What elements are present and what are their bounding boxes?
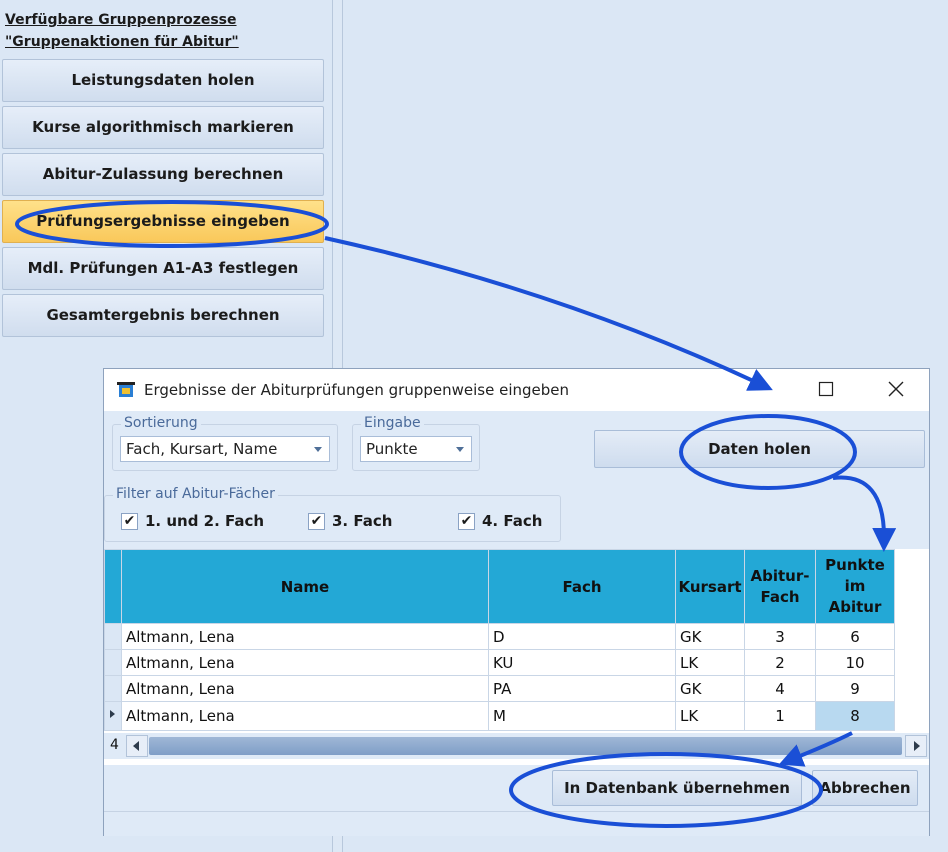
arrow-left-icon [133, 741, 139, 751]
input-group: Eingabe Punkte [352, 415, 480, 471]
row-header[interactable] [104, 675, 122, 702]
current-row-indicator[interactable] [104, 701, 122, 731]
cell-points[interactable]: 10 [815, 649, 895, 676]
status-bar [104, 811, 929, 836]
column-header-subject[interactable]: Fach [488, 549, 676, 624]
set-oral-exams-button[interactable]: Mdl. Prüfungen A1-A3 festlegen [2, 247, 324, 290]
table-header-row: Name Fach Kursart Abitur- Fach Punkte im Ab… [104, 549, 895, 624]
current-row-arrow-icon [110, 710, 115, 718]
cell-name[interactable]: Altmann, Lena [121, 701, 489, 731]
cell-name[interactable]: Altmann, Lena [121, 649, 489, 676]
panel-title: Verfügbare Gruppenprozesse "Gruppenaktio… [5, 9, 239, 53]
checkbox-check-icon[interactable]: ✔ [121, 512, 138, 530]
cell-course-type[interactable]: LK [675, 701, 745, 731]
cancel-button[interactable]: Abbrechen [812, 770, 918, 806]
scrollbar-thumb[interactable] [149, 737, 902, 755]
cell-abitur-subject[interactable]: 2 [744, 649, 816, 676]
calculate-total-result-button[interactable]: Gesamtergebnis berechnen [2, 294, 324, 337]
row-header[interactable] [104, 623, 122, 650]
row-header-corner [104, 549, 122, 624]
filter-checkbox-4[interactable]: ✔ 4. Fach [458, 512, 542, 530]
filter-option-label: 1. und 2. Fach [145, 512, 265, 530]
filter-group: Filter auf Abitur-Fächer ✔ 1. und 2. Fac… [104, 486, 561, 542]
row-header[interactable] [104, 649, 122, 676]
cell-abitur-subject[interactable]: 4 [744, 675, 816, 702]
maximize-button[interactable] [816, 379, 836, 399]
cell-points-editing[interactable]: 8 [815, 701, 895, 731]
close-icon [888, 381, 904, 397]
checkbox-check-icon[interactable]: ✔ [458, 512, 475, 530]
filter-option-label: 3. Fach [332, 512, 393, 530]
filter-label: Filter auf Abitur-Fächer [113, 486, 278, 502]
cell-name[interactable]: Altmann, Lena [121, 623, 489, 650]
cell-points[interactable]: 6 [815, 623, 895, 650]
fetch-performance-data-button[interactable]: Leistungsdaten holen [2, 59, 324, 102]
table-row[interactable]: Altmann, Lena KU LK 2 10 [104, 649, 895, 676]
cell-name[interactable]: Altmann, Lena [121, 675, 489, 702]
column-header-abitur-subject[interactable]: Abitur- Fach [744, 549, 816, 624]
results-grid: Name Fach Kursart Abitur- Fach Punkte im Ab… [104, 549, 929, 765]
panel-title-line2: "Gruppenaktionen für Abitur" [5, 34, 239, 50]
scroll-right-button[interactable] [905, 735, 927, 757]
scroll-left-button[interactable] [126, 735, 148, 757]
column-header-course-type[interactable]: Kursart [675, 549, 745, 624]
table-row-selected[interactable]: Altmann, Lena M LK 1 8 [104, 701, 895, 731]
table-row[interactable]: Altmann, Lena D GK 3 6 [104, 623, 895, 650]
table-row[interactable]: Altmann, Lena PA GK 4 9 [104, 675, 895, 702]
cell-abitur-subject[interactable]: 1 [744, 701, 816, 731]
column-header-name[interactable]: Name [121, 549, 489, 624]
maximize-icon [818, 381, 834, 397]
input-mode-select[interactable]: Punkte [360, 436, 472, 462]
cell-points[interactable]: 9 [815, 675, 895, 702]
input-mode-value: Punkte [366, 440, 418, 458]
chevron-down-icon[interactable] [307, 437, 329, 461]
chevron-down-icon[interactable] [449, 437, 471, 461]
mark-courses-button[interactable]: Kurse algorithmisch markieren [2, 106, 324, 149]
exam-results-dialog: Ergebnisse der Abiturprüfungen gruppenwe… [103, 368, 930, 836]
cell-subject[interactable]: D [488, 623, 676, 650]
cell-subject[interactable]: PA [488, 675, 676, 702]
checkbox-check-icon[interactable]: ✔ [308, 512, 325, 530]
dialog-title: Ergebnisse der Abiturprüfungen gruppenwe… [144, 381, 570, 399]
input-label: Eingabe [361, 415, 424, 431]
cell-course-type[interactable]: LK [675, 649, 745, 676]
filter-checkbox-1-2[interactable]: ✔ 1. und 2. Fach [121, 512, 264, 530]
horizontal-scrollbar[interactable]: 4 [104, 733, 929, 759]
cell-course-type[interactable]: GK [675, 675, 745, 702]
results-table: Name Fach Kursart Abitur- Fach Punkte im Ab… [104, 549, 895, 731]
column-header-points[interactable]: Punkte im Abitur [815, 549, 895, 624]
filter-checkbox-3[interactable]: ✔ 3. Fach [308, 512, 392, 530]
cell-course-type[interactable]: GK [675, 623, 745, 650]
app-icon [117, 382, 135, 397]
close-button[interactable] [886, 379, 906, 399]
sort-select[interactable]: Fach, Kursart, Name [120, 436, 330, 462]
calculate-admission-button[interactable]: Abitur-Zulassung berechnen [2, 153, 324, 196]
row-count: 4 [110, 737, 119, 753]
cell-subject[interactable]: KU [488, 649, 676, 676]
cell-abitur-subject[interactable]: 3 [744, 623, 816, 650]
filter-option-label: 4. Fach [482, 512, 543, 530]
enter-exam-results-button[interactable]: Prüfungsergebnisse eingeben [2, 200, 324, 243]
sort-group: Sortierung Fach, Kursart, Name [112, 415, 338, 471]
dialog-titlebar[interactable]: Ergebnisse der Abiturprüfungen gruppenwe… [104, 369, 929, 411]
dialog-body: Sortierung Fach, Kursart, Name Eingabe P… [104, 411, 929, 836]
fetch-data-button[interactable]: Daten holen [594, 430, 925, 468]
sort-select-value: Fach, Kursart, Name [126, 440, 278, 458]
panel-title-line1: Verfügbare Gruppenprozesse [5, 12, 237, 28]
arrow-right-icon [914, 741, 920, 751]
save-to-database-button[interactable]: In Datenbank übernehmen [552, 770, 802, 806]
cell-subject[interactable]: M [488, 701, 676, 731]
sort-label: Sortierung [121, 415, 201, 431]
